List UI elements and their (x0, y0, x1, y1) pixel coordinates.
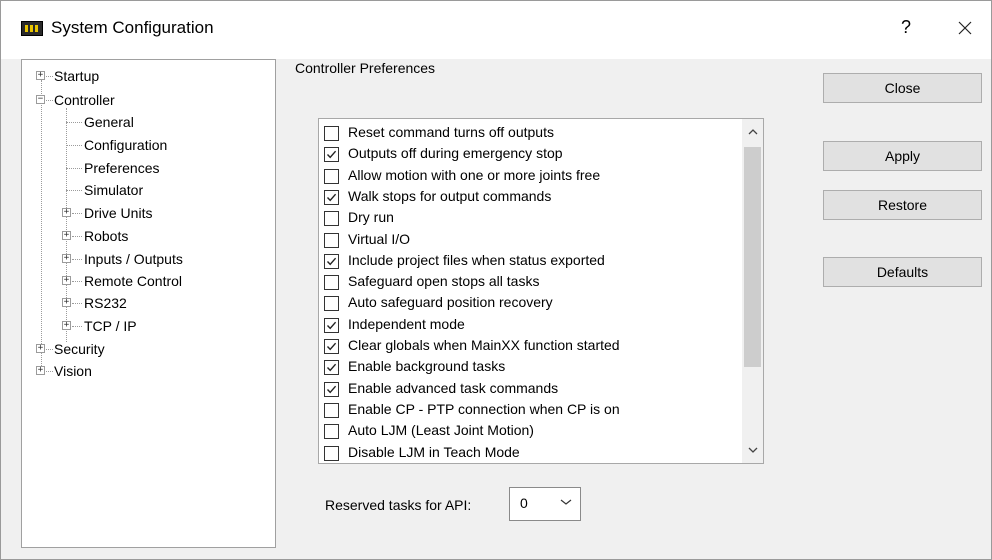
preference-label: Virtual I/O (348, 230, 410, 247)
reserved-tasks-value: 0 (520, 495, 528, 511)
reserved-tasks-select[interactable]: 0 (509, 487, 581, 521)
checkbox[interactable] (324, 253, 339, 269)
tree-item-label: TCP / IP (84, 318, 137, 334)
checkbox[interactable] (324, 211, 339, 227)
chevron-down-icon (560, 495, 572, 509)
preference-label: Safeguard open stops all tasks (348, 273, 540, 290)
checkbox[interactable] (324, 126, 339, 141)
preference-label: Independent mode (348, 315, 465, 332)
chevron-up-icon (748, 129, 757, 135)
apply-button[interactable]: Apply (823, 141, 982, 171)
checkmark-icon (326, 193, 337, 202)
configuration-tree[interactable]: + Startup − Controller General Configura… (21, 59, 276, 548)
checkmark-icon (326, 385, 337, 393)
tree-item-label: Configuration (84, 137, 168, 153)
scroll-down-button[interactable] (742, 440, 763, 460)
preference-label: Clear globals when MainXX function start… (348, 337, 620, 353)
preference-label: Include project files when status export… (348, 251, 605, 268)
tree-item-label: Inputs / Outputs (84, 251, 183, 267)
tree-item-label: Drive Units (84, 205, 153, 221)
tree-item-label: Vision (54, 363, 92, 379)
expand-icon[interactable]: + (36, 344, 45, 353)
checkmark-icon (326, 342, 337, 351)
help-button[interactable]: ? (896, 17, 916, 38)
close-icon (958, 21, 972, 35)
preference-label: Enable CP - PTP connection when CP is on (348, 400, 620, 417)
close-button[interactable]: Close (823, 73, 982, 103)
tree-item-label: Remote Control (84, 273, 183, 289)
preference-label: Enable advanced task commands (348, 379, 559, 396)
checkbox[interactable] (324, 232, 339, 248)
checkbox[interactable] (324, 296, 339, 312)
defaults-button[interactable]: Defaults (823, 257, 982, 287)
preference-label: Walk stops for output commands (348, 187, 552, 204)
reserved-tasks-label: Reserved tasks for API: (325, 497, 472, 513)
checkbox[interactable] (324, 424, 339, 440)
tree-item-label: Security (54, 341, 105, 357)
tree-item-label: Startup (54, 68, 100, 84)
checkbox[interactable] (324, 360, 339, 376)
checkbox[interactable] (324, 445, 339, 461)
preference-label: Allow motion with one or more joints fre… (348, 166, 601, 183)
title-bar: System Configuration ? (1, 1, 991, 59)
controller-chip-icon (21, 21, 43, 36)
checkbox[interactable] (324, 317, 339, 333)
preference-label: Disable LJM in Teach Mode (348, 443, 520, 460)
checkbox[interactable] (324, 147, 339, 163)
chevron-down-icon (748, 447, 757, 453)
window-close-button[interactable] (953, 15, 977, 42)
checkbox[interactable] (324, 339, 339, 354)
tree-item-label: Robots (84, 228, 129, 244)
checkmark-icon (326, 257, 337, 266)
preference-label: Auto LJM (Least Joint Motion) (348, 422, 534, 439)
expand-icon[interactable]: + (62, 298, 71, 307)
system-configuration-window: System Configuration ? + Startup − Contr… (0, 0, 992, 560)
preference-label: Auto safeguard position recovery (348, 294, 553, 311)
expand-icon[interactable]: + (62, 254, 71, 263)
preference-label: Dry run (348, 209, 394, 226)
restore-button[interactable]: Restore (823, 190, 982, 220)
expand-icon[interactable]: + (62, 276, 71, 285)
checkbox[interactable] (324, 275, 339, 291)
checkmark-icon (326, 321, 337, 330)
tree-item-label: General (84, 114, 134, 130)
tree-item-label: Controller (54, 92, 115, 108)
checkbox[interactable] (324, 189, 339, 205)
checkbox[interactable] (324, 168, 339, 184)
checkmark-icon (326, 364, 337, 372)
tree-item-label: Simulator (84, 182, 144, 198)
expand-icon[interactable]: + (36, 71, 45, 80)
list-scrollbar[interactable] (742, 119, 763, 463)
expand-icon[interactable]: + (36, 366, 45, 375)
checkbox[interactable] (324, 381, 339, 397)
checkmark-icon (326, 151, 337, 159)
preferences-checklist[interactable]: Reset command turns off outputs Outputs o… (318, 118, 764, 464)
group-title: Controller Preferences (295, 60, 436, 76)
preference-label: Enable background tasks (348, 358, 506, 375)
scroll-up-button[interactable] (742, 122, 763, 142)
expand-icon[interactable]: + (62, 231, 71, 240)
collapse-icon[interactable]: − (36, 95, 45, 104)
scroll-thumb[interactable] (744, 147, 761, 367)
preference-label: Reset command turns off outputs (348, 124, 554, 140)
expand-icon[interactable]: + (62, 208, 71, 217)
preference-label: Outputs off during emergency stop (348, 145, 563, 162)
tree-item-label: Preferences (84, 160, 160, 176)
window-title: System Configuration (51, 18, 214, 37)
expand-icon[interactable]: + (62, 321, 71, 330)
tree-item-label: RS232 (84, 295, 127, 311)
checkbox[interactable] (324, 402, 339, 418)
